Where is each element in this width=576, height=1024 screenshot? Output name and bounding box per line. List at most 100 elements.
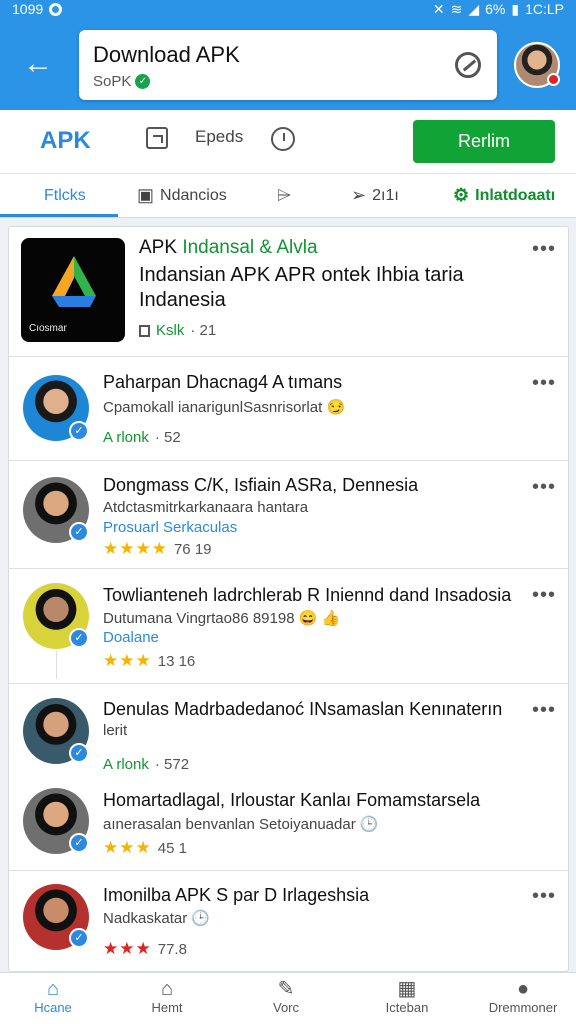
nav-home[interactable]: ⌂ Hcane	[13, 978, 93, 1015]
star-rating-icon: ★★★	[103, 651, 152, 670]
thread-connector	[56, 651, 57, 679]
image-icon: ▣	[137, 185, 155, 205]
more-options-button[interactable]: •••	[532, 885, 556, 908]
page-subtitle: SoPK ✓	[93, 73, 151, 90]
nav-dremmoner[interactable]: ● Dremmoner	[483, 978, 563, 1015]
share-icon: ➢	[351, 185, 367, 205]
tab-bar: Ftlcks ▣ Ndancios ⌲ ➢ 2ı1ı ⚙ Inlatdoaatı	[0, 174, 576, 218]
item-title: Imonilba APK S par D Irlageshsia	[103, 885, 370, 905]
item-title: Denulas Madrbadedanoć INsamaslan Kenınat…	[103, 699, 503, 719]
more-options-button[interactable]: •••	[532, 372, 556, 395]
search-card[interactable]: Download APK SoPK ✓	[79, 30, 497, 100]
rating-value: 77.8	[157, 940, 187, 958]
verified-icon: ✓	[69, 522, 89, 542]
featured-title-black: APK	[139, 237, 178, 258]
star-rating-icon: ★★★	[103, 838, 152, 857]
featured-apk-card[interactable]: Cıosmar APK Indansal & Alvla Indansian A…	[9, 227, 568, 357]
wifi-icon: ≋	[450, 0, 463, 17]
more-options-button[interactable]: •••	[532, 476, 556, 499]
item-subtitle: lerit	[103, 722, 128, 739]
item-subtitle: Cpamokall ianarigunlSasnrisorlat 😏	[103, 399, 346, 416]
battery-level: 6%	[485, 1, 506, 17]
more-options-button[interactable]: •••	[532, 584, 556, 607]
tab-send[interactable]: ⌲	[277, 174, 291, 217]
list-item[interactable]: ✓ Paharpan Dhacnag4 A tımans Cpamokall i…	[9, 357, 568, 461]
more-options-button[interactable]: •••	[532, 238, 556, 261]
history-button[interactable]	[271, 127, 295, 151]
triangle-logo-icon	[52, 256, 96, 307]
item-title: Dongmass C/K, Isfiain ASRa, Dennesia	[103, 475, 419, 495]
tool-square-button[interactable]	[146, 127, 168, 149]
logo-caption: Cıosmar	[29, 323, 67, 334]
signal-icon: ◢	[468, 0, 480, 17]
tab-label: Ftlcks	[44, 186, 86, 204]
app-bar: ← Download APK SoPK ✓	[0, 18, 576, 110]
tab-label: Ndancios	[160, 186, 227, 204]
house-outline-icon: ⌂	[160, 978, 174, 1000]
verified-icon: ✓	[69, 421, 89, 441]
gear-icon: ⚙	[453, 185, 470, 205]
item-rating: ★★★ 45 1	[103, 838, 187, 858]
list-item[interactable]: ✓ Homartadlagal, Irloustar Kanlaı Fomams…	[9, 770, 568, 871]
package-icon	[139, 324, 150, 337]
nav-label: Dremmoner	[488, 1000, 558, 1015]
tab-label: 2ı1ı	[372, 186, 399, 204]
tab-ftlcks[interactable]: Ftlcks	[44, 174, 86, 217]
more-options-button[interactable]: •••	[532, 699, 556, 722]
home-icon: ⌂	[46, 978, 60, 1000]
refresh-button[interactable]: Rerlim	[413, 120, 555, 163]
featured-meta-count: · 21	[190, 322, 217, 339]
item-title: Homartadlagal, Irloustar Kanlaı Fomamsta…	[103, 790, 481, 810]
epeds-button[interactable]: Epeds	[195, 127, 243, 147]
back-button[interactable]: ←	[20, 46, 56, 82]
nav-icteban[interactable]: ▦ Icteban	[367, 978, 447, 1015]
nav-hemt[interactable]: ⌂ Hemt	[127, 978, 207, 1015]
list-item[interactable]: ✓ Dongmass C/K, Isfiain ASRa, Dennesia A…	[9, 461, 568, 569]
list-item[interactable]: ✓ Denulas Madrbadedanoć INsamaslan Kenın…	[9, 684, 568, 773]
item-subtitle: aınerasalan benvanlan Setoiyanuadar 🕒	[103, 816, 379, 833]
tab-ndancios[interactable]: ▣ Ndancios	[137, 174, 227, 217]
square-icon	[146, 127, 168, 149]
item-subtitle: Atdctasmitrkarkanaara hantara	[103, 499, 309, 516]
item-tag: Doalane	[103, 629, 159, 646]
nav-label: Hemt	[151, 1000, 183, 1015]
status-time: 1099	[12, 1, 44, 17]
rating-value: 13 16	[157, 652, 196, 670]
featured-title: APK Indansal & Alvla	[139, 237, 318, 259]
list-item[interactable]: ✓ Towlianteneh ladrchlerab R Iniennd dan…	[9, 569, 568, 684]
apk-brand[interactable]: APK	[40, 127, 91, 155]
featured-meta-label: Kslk	[156, 322, 185, 339]
tab-inlatdoaati[interactable]: ⚙ Inlatdoaatı	[453, 174, 555, 217]
item-rating: ★★★ 13 16	[103, 651, 195, 671]
verified-icon: ✓	[69, 833, 89, 853]
send-icon: ⌲	[277, 185, 292, 205]
item-subtitle: Nadkaskatar 🕒	[103, 910, 211, 927]
item-title: Paharpan Dhacnag4 A tımans	[103, 372, 343, 392]
clock-icon	[271, 127, 295, 151]
clear-icon[interactable]	[455, 52, 481, 78]
item-meta-label: A rlonk	[103, 429, 149, 446]
item-title: Towlianteneh ladrchlerab R Iniennd dand …	[103, 585, 512, 605]
item-meta: A rlonk · 52	[103, 429, 181, 446]
apk-logo: Cıosmar	[21, 238, 125, 342]
tab-label: Inlatdoaatı	[475, 186, 556, 204]
star-rating-icon: ★★★★	[103, 539, 168, 558]
nav-vorc[interactable]: ✎ Vorc	[246, 978, 326, 1015]
nav-label: Icteban	[385, 1000, 429, 1015]
edit-icon: ✎	[277, 978, 295, 1000]
tab-share[interactable]: ➢ 2ı1ı	[351, 174, 399, 217]
featured-meta: Kslk · 21	[139, 322, 216, 339]
status-bar: 1099 ✕ ≋ ◢ 6% ▮ 1C:LP	[0, 0, 576, 18]
featured-description: Indansian APK APR ontek Ihbia taria Inda…	[139, 264, 464, 311]
status-right-time: 1C:LP	[525, 1, 564, 17]
page-title: Download APK	[93, 42, 240, 67]
toolbar: APK Epeds Rerlim	[0, 110, 576, 174]
notification-dot	[547, 73, 560, 86]
item-meta-count: · 52	[154, 429, 181, 446]
profile-avatar[interactable]	[514, 42, 560, 88]
recording-icon	[49, 2, 63, 16]
rating-value: 76 19	[173, 540, 212, 558]
list-item[interactable]: ✓ Imonilba APK S par D Irlageshsia Nadka…	[9, 871, 568, 971]
battery-icon: ▮	[511, 0, 520, 17]
verified-icon: ✓	[69, 928, 89, 948]
